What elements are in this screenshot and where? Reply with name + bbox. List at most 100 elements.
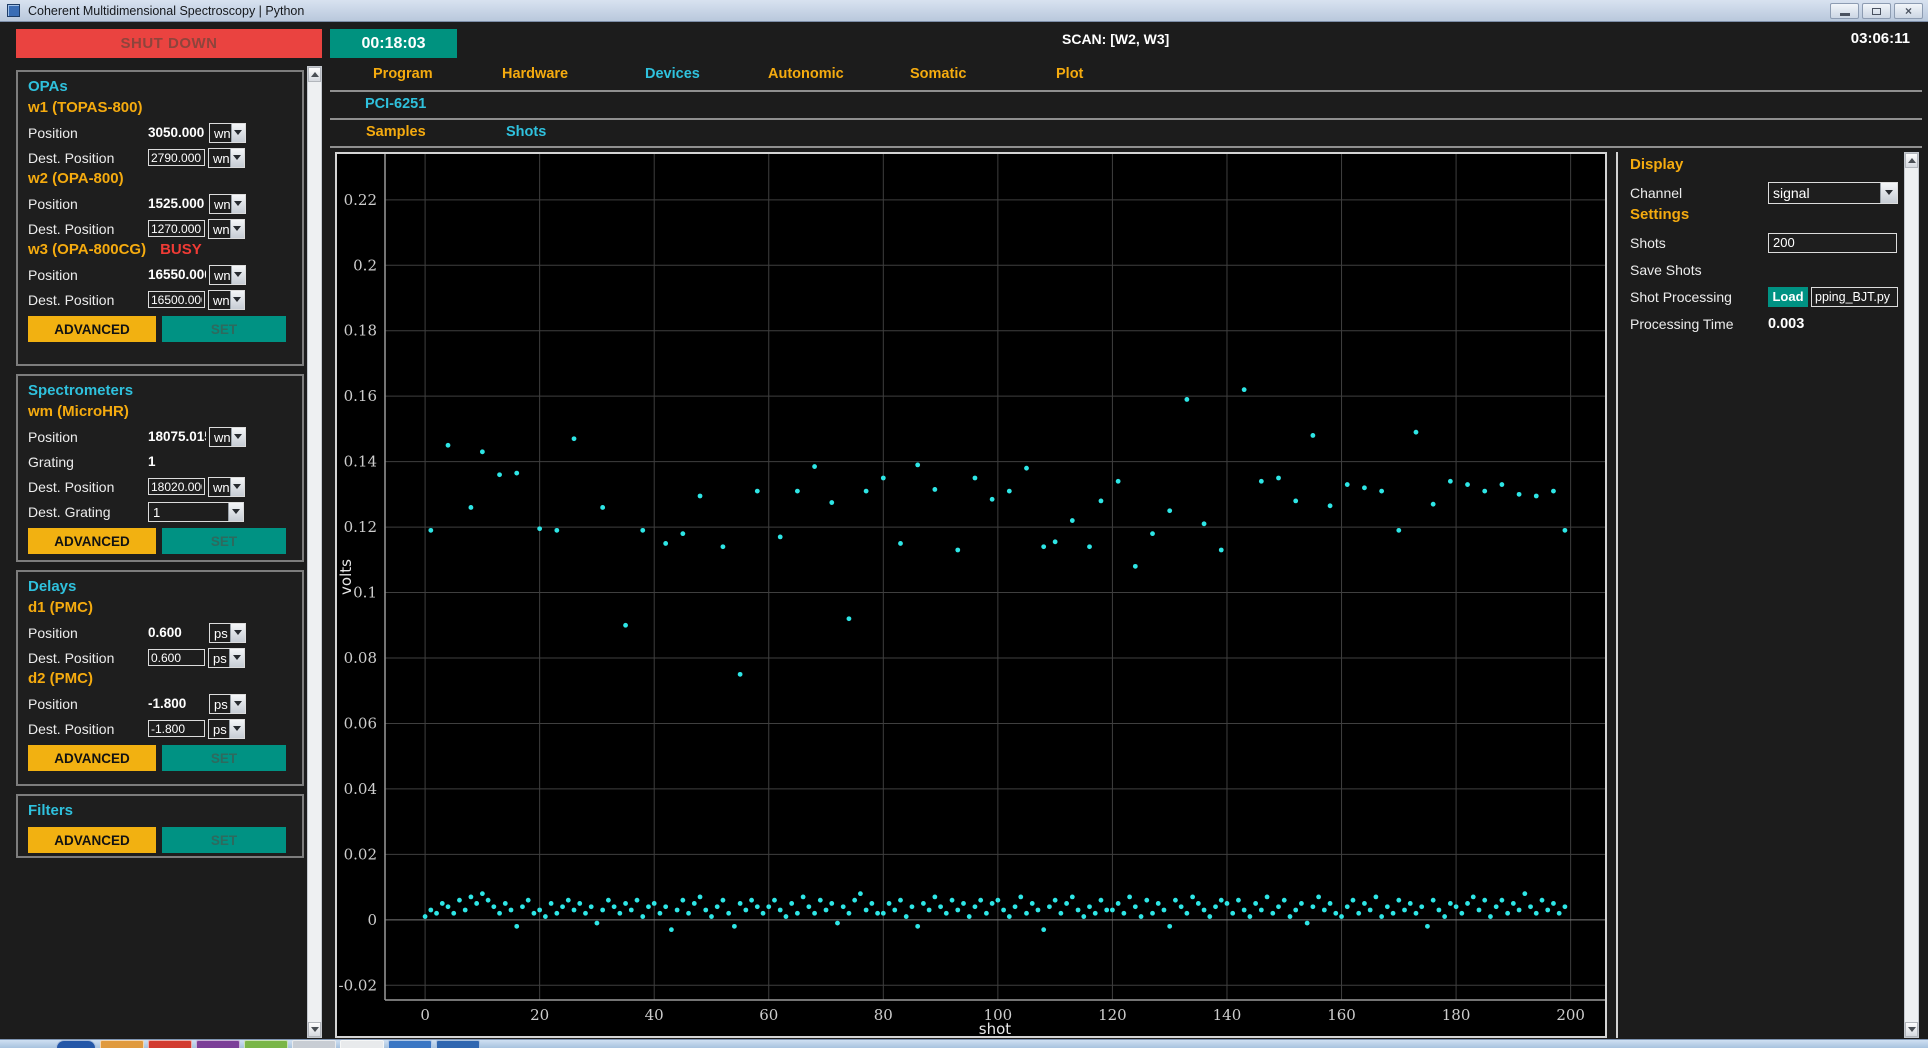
wm-dest-grating-select[interactable]: 1 <box>148 501 244 522</box>
processing-file-input[interactable] <box>1811 286 1898 307</box>
filters-set-button[interactable]: SET <box>162 827 286 853</box>
shots-row: Shots <box>1630 229 1902 256</box>
tab-program[interactable]: Program <box>373 66 433 82</box>
close-button[interactable]: × <box>1894 3 1923 19</box>
svg-text:0.16: 0.16 <box>344 387 377 405</box>
shots-input[interactable] <box>1768 232 1897 253</box>
w1-dest-position-input[interactable] <box>148 149 205 166</box>
w2-dest-position-input[interactable] <box>148 220 205 237</box>
units-value: wn <box>214 429 231 445</box>
tab-plot[interactable]: Plot <box>1056 66 1083 82</box>
chevron-down-icon[interactable] <box>230 694 245 713</box>
wm-dest-units-select[interactable]: wn <box>208 476 245 497</box>
taskbar-app-8[interactable] <box>436 1040 480 1048</box>
device-name: d2 (PMC) <box>28 670 93 687</box>
chevron-down-icon[interactable] <box>228 502 243 521</box>
filters-advanced-button[interactable]: ADVANCED <box>28 827 156 853</box>
spectrometers-advanced-button[interactable]: ADVANCED <box>28 528 156 554</box>
units-value: ps <box>213 721 227 737</box>
w3-dest-units-select[interactable]: wn <box>208 289 245 310</box>
tab-samples[interactable]: Samples <box>366 124 426 140</box>
shots-label: Shots <box>1630 234 1666 251</box>
w3-position-units-select[interactable]: wn <box>209 264 246 285</box>
w2-dest-row: Dest. Position wn <box>28 216 292 241</box>
taskbar-app-5[interactable] <box>292 1040 336 1048</box>
tab-shots[interactable]: Shots <box>506 124 546 140</box>
opas-advanced-button[interactable]: ADVANCED <box>28 316 156 342</box>
chevron-down-icon[interactable] <box>1880 182 1897 203</box>
chevron-down-icon[interactable] <box>229 719 244 738</box>
d2-position-units-select[interactable]: ps <box>209 693 246 714</box>
svg-text:0: 0 <box>420 1006 430 1024</box>
spectrometers-set-button[interactable]: SET <box>162 528 286 554</box>
channel-select[interactable]: signal <box>1768 181 1898 204</box>
taskbar-app-4[interactable] <box>244 1040 288 1048</box>
windows-taskbar[interactable] <box>0 1039 1928 1048</box>
chevron-down-icon[interactable] <box>229 148 244 167</box>
svg-text:20: 20 <box>530 1006 549 1024</box>
chevron-down-icon[interactable] <box>230 123 245 142</box>
d1-dest-units-select[interactable]: ps <box>208 647 245 668</box>
tab-somatic[interactable]: Somatic <box>910 66 966 82</box>
scroll-up-icon[interactable] <box>308 67 321 82</box>
taskbar-app-1[interactable] <box>100 1040 144 1048</box>
chevron-down-icon[interactable] <box>230 194 245 213</box>
tab-hardware[interactable]: Hardware <box>502 66 568 82</box>
shot-processing-label: Shot Processing <box>1630 288 1732 305</box>
position-label: Position <box>28 695 78 712</box>
w1-position-units-select[interactable]: wn <box>209 122 246 143</box>
d1-position-units-select[interactable]: ps <box>209 622 246 643</box>
svg-text:40: 40 <box>645 1006 664 1024</box>
delays-advanced-button[interactable]: ADVANCED <box>28 745 156 771</box>
tab-autonomic[interactable]: Autonomic <box>768 66 844 82</box>
w1-dest-units-select[interactable]: wn <box>208 147 245 168</box>
d2-dest-position-input[interactable] <box>148 720 205 737</box>
title-bar: Coherent Multidimensional Spectroscopy |… <box>0 0 1928 22</box>
w2-position-units-select[interactable]: wn <box>209 193 246 214</box>
start-button[interactable] <box>56 1040 96 1048</box>
dest-position-label: Dest. Position <box>28 149 115 166</box>
svg-text:0.1: 0.1 <box>353 584 377 602</box>
w2-position-row: Position 1525.000 wn <box>28 191 292 216</box>
svg-text:-0.02: -0.02 <box>339 976 377 994</box>
scatter-plot-svg: 0 20 40 60 80 100 120 140 160 180 2000.220.20.180.… <box>337 154 1605 1038</box>
taskbar-app-3[interactable] <box>196 1040 240 1048</box>
scroll-down-icon[interactable] <box>1905 1022 1918 1037</box>
chevron-down-icon[interactable] <box>229 290 244 309</box>
minimize-icon <box>1839 12 1850 16</box>
d1-dest-position-input[interactable] <box>148 649 205 666</box>
shutdown-button[interactable]: SHUT DOWN <box>16 29 322 58</box>
scroll-down-icon[interactable] <box>308 1022 321 1037</box>
load-button[interactable]: Load <box>1768 286 1808 307</box>
wm-position-units-select[interactable]: wn <box>209 426 246 447</box>
chevron-down-icon[interactable] <box>230 265 245 284</box>
wm-dest-position-input[interactable] <box>148 478 205 495</box>
d1-position-row: Position 0.600 ps <box>28 620 292 645</box>
taskbar-app-6[interactable] <box>340 1040 384 1048</box>
svg-text:volts: volts <box>337 559 355 595</box>
svg-text:140: 140 <box>1213 1006 1242 1024</box>
maximize-button[interactable] <box>1862 3 1891 19</box>
minimize-button[interactable] <box>1830 3 1859 19</box>
w2-dest-units-select[interactable]: wn <box>208 218 245 239</box>
chevron-down-icon[interactable] <box>229 477 244 496</box>
tab-pci-6251[interactable]: PCI-6251 <box>365 96 426 112</box>
dest-grating-label: Dest. Grating <box>28 503 111 520</box>
taskbar-app-7[interactable] <box>388 1040 432 1048</box>
d2-dest-units-select[interactable]: ps <box>208 718 245 739</box>
sidebar-scrollbar[interactable] <box>307 66 322 1038</box>
opas-set-button[interactable]: SET <box>162 316 286 342</box>
delays-set-button[interactable]: SET <box>162 745 286 771</box>
settings-header: Settings <box>1630 206 1690 223</box>
chevron-down-icon[interactable] <box>229 219 244 238</box>
display-panel-scrollbar[interactable] <box>1904 152 1919 1038</box>
tab-devices[interactable]: Devices <box>645 66 700 82</box>
chevron-down-icon[interactable] <box>230 427 245 446</box>
device-title-d2: d2 (PMC) <box>28 670 292 691</box>
w3-dest-position-input[interactable] <box>148 291 205 308</box>
chevron-down-icon[interactable] <box>229 648 244 667</box>
scroll-up-icon[interactable] <box>1905 153 1918 168</box>
chevron-down-icon[interactable] <box>230 623 245 642</box>
device-title-wm: wm (MicroHR) <box>28 403 292 424</box>
taskbar-app-2[interactable] <box>148 1040 192 1048</box>
